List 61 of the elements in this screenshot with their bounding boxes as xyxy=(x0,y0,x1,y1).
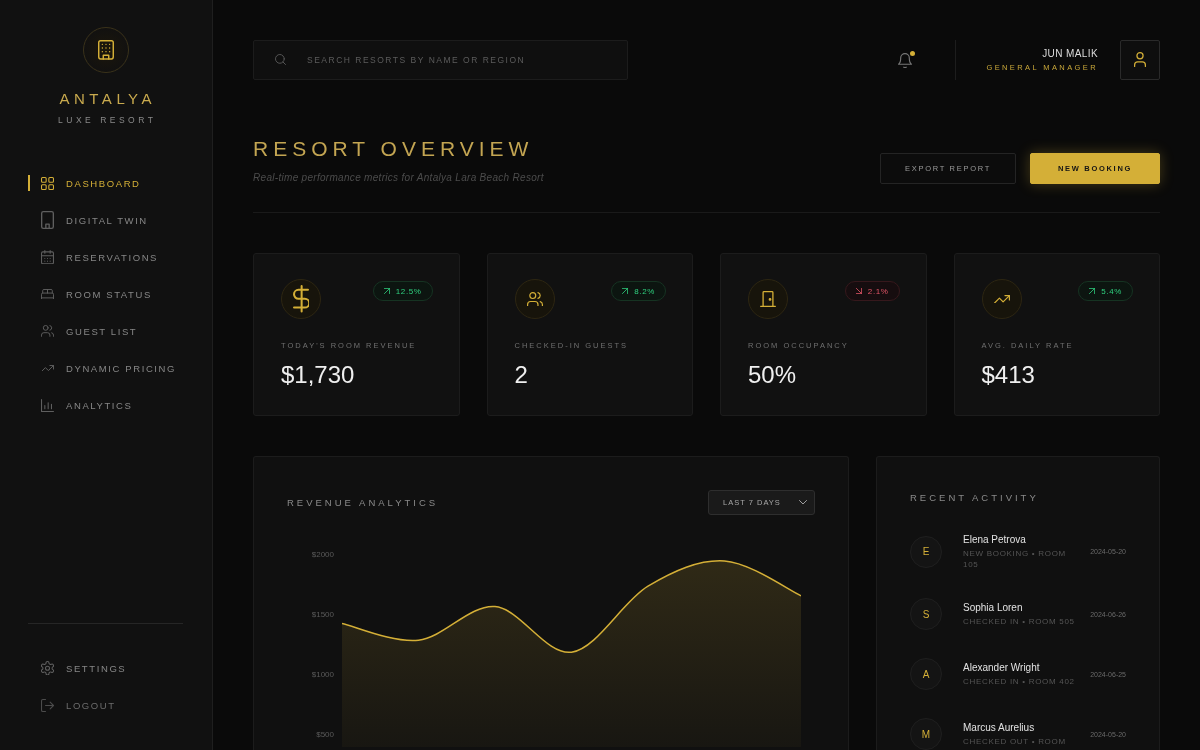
nav-item[interactable]: DIGITAL TWIN xyxy=(28,212,183,228)
chevron-down-icon xyxy=(799,500,807,505)
search-icon xyxy=(275,54,286,65)
nav-item[interactable]: DYNAMIC PRICING xyxy=(28,360,183,376)
dollar-icon xyxy=(281,279,321,319)
settings-icon xyxy=(41,660,54,676)
guest-name: Elena Petrova xyxy=(963,533,1027,547)
stat-value: 50% xyxy=(748,361,798,389)
trend-up-icon xyxy=(41,364,54,372)
nav-item[interactable]: ROOM STATUS xyxy=(28,286,183,302)
stat-value: $413 xyxy=(981,361,1036,389)
logout-icon xyxy=(41,698,54,712)
calendar-icon xyxy=(41,249,54,265)
door-icon xyxy=(748,279,788,319)
initial-avatar: S xyxy=(910,598,942,630)
arrow-up-right-icon xyxy=(1089,288,1096,294)
arrow-up-right-icon xyxy=(622,288,629,294)
initial-avatar: M xyxy=(910,718,942,750)
nav-item[interactable]: LOGOUT xyxy=(28,697,183,713)
guest-name: Marcus Aurelius xyxy=(963,721,1036,735)
guest-name: Sophia Loren xyxy=(963,601,1024,615)
page-subtitle: Real-time performance metrics for Antalya Lara Beach Resort xyxy=(253,172,544,184)
trend-up-icon xyxy=(981,279,1022,319)
brand-tagline: LUXE RESORT xyxy=(58,114,157,126)
nav-item[interactable]: DASHBOARD xyxy=(28,175,183,191)
nav-item[interactable]: GUEST LIST xyxy=(28,323,183,339)
page-title: RESORT OVERVIEW xyxy=(253,136,535,162)
stat-value: 2 xyxy=(514,361,529,389)
stat-value: $1,730 xyxy=(281,361,356,389)
users-icon xyxy=(41,325,54,337)
building-icon xyxy=(82,27,129,73)
change-value: 12.5% xyxy=(395,286,422,296)
grid-icon xyxy=(41,176,54,190)
profile-button[interactable] xyxy=(1120,40,1160,80)
bar-chart-icon xyxy=(41,398,54,412)
initial-avatar: A xyxy=(910,658,942,690)
arrow-up-right-icon xyxy=(383,288,390,294)
bell-icon[interactable] xyxy=(898,52,913,68)
axis-label: $1000 xyxy=(311,670,334,680)
axis-label: $1500 xyxy=(311,610,334,620)
nav-item[interactable]: SETTINGS xyxy=(28,660,183,676)
brand-name: ANTALYA xyxy=(59,90,156,108)
user-name: JUN MALIK xyxy=(1041,47,1098,60)
initial-avatar: E xyxy=(910,535,942,568)
user-icon xyxy=(1134,52,1146,68)
axis-label: $500 xyxy=(316,730,334,740)
change-value: 2.1% xyxy=(867,286,889,296)
bed-icon xyxy=(41,288,54,300)
card-title: REVENUE ANALYTICS xyxy=(287,496,439,509)
arrow-down-right-icon xyxy=(855,288,862,294)
axis-label: $2000 xyxy=(311,550,334,560)
nav-item[interactable]: RESERVATIONS xyxy=(28,249,183,265)
search-field[interactable]: SEARCH RESORTS BY NAME OR REGION xyxy=(253,40,628,80)
card-title: RECENT ACTIVITY xyxy=(910,492,1040,504)
change-value: 8.2% xyxy=(634,286,655,296)
building-icon xyxy=(41,211,54,229)
activity-detail: NEW BOOKING • ROOM 105 xyxy=(963,548,1067,570)
change-value: 5.4% xyxy=(1101,286,1122,296)
nav-item[interactable]: ANALYTICS xyxy=(28,397,183,413)
guest-name: Alexander Wright xyxy=(963,661,1041,675)
users-icon xyxy=(514,279,555,319)
